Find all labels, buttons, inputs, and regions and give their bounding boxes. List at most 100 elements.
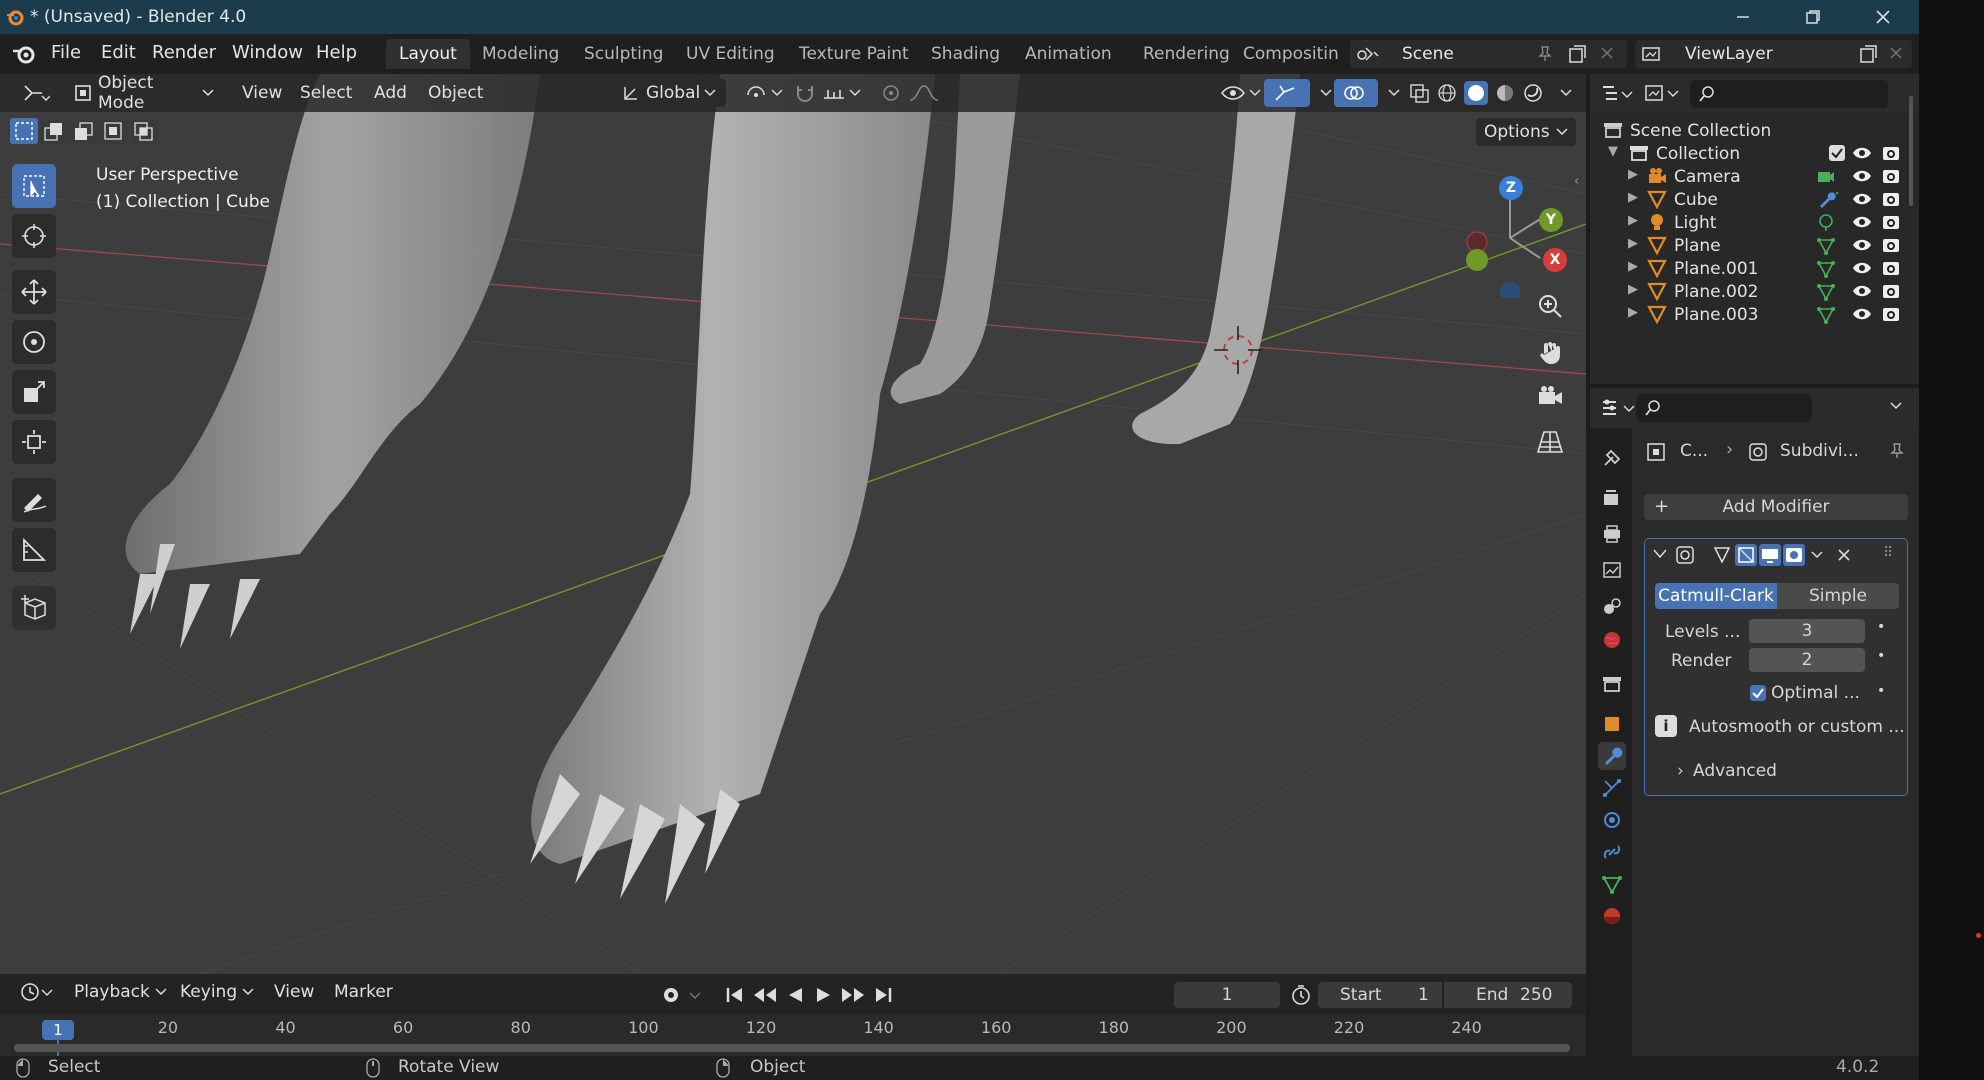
tab-particles[interactable] <box>1598 774 1626 802</box>
drag-handle-icon[interactable]: ⠿ <box>1883 545 1893 561</box>
tab-scene[interactable] <box>1598 592 1626 620</box>
play-button[interactable] <box>812 984 834 1006</box>
wireframe-shading-icon[interactable] <box>1436 82 1458 104</box>
levels-viewport-field[interactable]: 3 <box>1749 619 1865 643</box>
frame-ruler[interactable]: 1 20 40 60 80 100 120 140 160 180 200 220 240 <box>0 1014 1586 1056</box>
3d-viewport[interactable]: Object Mode View Select Add Object Globa… <box>0 74 1586 974</box>
expand-arrow-icon[interactable]: ▶ <box>1628 259 1638 274</box>
tab-modifiers[interactable] <box>1598 742 1626 770</box>
viewport-display-icon[interactable] <box>1759 544 1781 566</box>
jump-to-end-button[interactable] <box>872 984 894 1006</box>
menu-edit[interactable]: Edit <box>101 42 136 63</box>
new-viewlayer-icon[interactable] <box>1859 44 1879 64</box>
eye-icon[interactable] <box>1852 305 1872 323</box>
jump-to-keyframe-next-button[interactable] <box>840 984 866 1006</box>
snap-target-button[interactable] <box>814 79 874 107</box>
zoom-button[interactable] <box>1528 284 1572 328</box>
start-frame-field[interactable]: Start 1 <box>1318 982 1442 1008</box>
cursor-tool[interactable] <box>12 214 56 258</box>
optimal-display-checkbox[interactable] <box>1749 684 1767 702</box>
tab-uv-editing[interactable]: UV Editing <box>673 39 788 69</box>
timeline-view-menu[interactable]: View <box>266 978 322 1006</box>
mesh-data-icon[interactable] <box>1816 259 1836 279</box>
tab-constraints[interactable] <box>1598 838 1626 866</box>
select-subtract-button[interactable] <box>70 118 98 144</box>
eye-icon[interactable] <box>1852 213 1872 231</box>
collapse-arrow-icon[interactable]: ▼ <box>1608 144 1618 159</box>
close-icon[interactable] <box>1837 548 1851 562</box>
mesh-data-icon[interactable] <box>1816 282 1836 302</box>
tab-tool[interactable] <box>1598 444 1626 472</box>
exclude-checkbox[interactable] <box>1828 144 1846 162</box>
measure-tool[interactable] <box>12 528 56 572</box>
expand-arrow-icon[interactable]: ▶ <box>1628 305 1638 320</box>
menu-render[interactable]: Render <box>152 42 216 63</box>
select-new-button[interactable] <box>10 118 38 144</box>
simple-option[interactable]: Simple <box>1777 583 1899 609</box>
collapse-chevron-icon[interactable] <box>1653 549 1667 559</box>
menu-select[interactable]: Select <box>292 79 360 107</box>
options-dropdown[interactable]: Options <box>1476 118 1576 146</box>
render-levels-field[interactable]: 2 <box>1749 648 1865 672</box>
gizmo-y-axis[interactable]: Y <box>1539 208 1563 232</box>
properties-editor-type-icon[interactable] <box>1600 396 1640 420</box>
catmull-clark-option[interactable]: Catmull-Clark <box>1655 583 1777 609</box>
render-camera-icon[interactable] <box>1882 236 1900 254</box>
tab-animation[interactable]: Animation <box>1012 39 1125 69</box>
annotate-tool[interactable] <box>12 478 56 522</box>
expand-arrow-icon[interactable]: ▶ <box>1628 190 1638 205</box>
render-camera-icon[interactable] <box>1882 305 1900 323</box>
rendered-shading-icon[interactable] <box>1522 82 1544 104</box>
timeline-editor-type-button[interactable] <box>12 978 64 1006</box>
select-extend-button[interactable] <box>40 118 68 144</box>
select-invert-button[interactable] <box>100 118 128 144</box>
jump-to-start-button[interactable] <box>724 984 746 1006</box>
close-window-button[interactable] <box>1848 0 1918 34</box>
menu-object[interactable]: Object <box>420 79 491 107</box>
render-display-icon[interactable] <box>1783 544 1805 566</box>
playhead[interactable]: 1 <box>42 1020 74 1040</box>
select-intersect-button[interactable] <box>130 118 158 144</box>
menu-file[interactable]: File <box>51 42 81 63</box>
record-button[interactable] <box>660 984 704 1006</box>
tab-collection[interactable] <box>1598 670 1626 698</box>
menu-help[interactable]: Help <box>316 42 357 63</box>
render-camera-icon[interactable] <box>1882 259 1900 277</box>
menu-view[interactable]: View <box>234 79 290 107</box>
delete-viewlayer-icon[interactable] <box>1889 46 1903 60</box>
tab-output[interactable] <box>1598 520 1626 548</box>
gizmo-toggle[interactable] <box>1264 79 1310 107</box>
marker-menu[interactable]: Marker <box>326 978 401 1006</box>
tab-texture-paint[interactable]: Texture Paint <box>786 39 922 69</box>
menu-window[interactable]: Window <box>232 42 303 63</box>
tab-layout[interactable]: Layout <box>386 39 470 69</box>
render-camera-icon[interactable] <box>1882 190 1900 208</box>
tab-modeling[interactable]: Modeling <box>469 39 572 69</box>
navigation-gizmo[interactable]: Z Y X <box>1455 168 1585 298</box>
eye-icon[interactable] <box>1852 282 1872 300</box>
solid-shading-icon[interactable] <box>1464 81 1488 105</box>
tab-view-layer[interactable] <box>1598 556 1626 584</box>
end-frame-field[interactable]: End 250 <box>1444 982 1572 1008</box>
eye-icon[interactable] <box>1852 144 1872 162</box>
editor-type-button[interactable] <box>14 79 58 107</box>
tab-material[interactable] <box>1598 902 1626 930</box>
stopwatch-icon[interactable] <box>1290 984 1312 1006</box>
add-cube-tool[interactable] <box>12 586 56 630</box>
tab-data[interactable] <box>1598 870 1626 898</box>
eye-icon[interactable] <box>1852 190 1872 208</box>
play-reverse-button[interactable] <box>784 984 806 1006</box>
mesh-data-icon[interactable] <box>1816 236 1836 256</box>
advanced-subpanel[interactable]: Advanced <box>1693 761 1777 781</box>
display-mode-icon[interactable] <box>1644 82 1684 104</box>
render-camera-icon[interactable] <box>1882 213 1900 231</box>
tab-world[interactable] <box>1598 626 1626 654</box>
outliner-item-plane-003[interactable]: ▶ Plane.003 <box>1590 300 1919 329</box>
rotate-tool[interactable] <box>12 320 56 364</box>
expand-arrow-icon[interactable]: ▶ <box>1628 236 1638 251</box>
tab-shading[interactable]: Shading <box>918 39 1013 69</box>
pan-button[interactable] <box>1528 330 1572 374</box>
mode-selector[interactable]: Object Mode <box>66 74 222 113</box>
tab-rendering[interactable]: Rendering <box>1130 39 1243 69</box>
on-cage-icon[interactable] <box>1711 544 1733 566</box>
